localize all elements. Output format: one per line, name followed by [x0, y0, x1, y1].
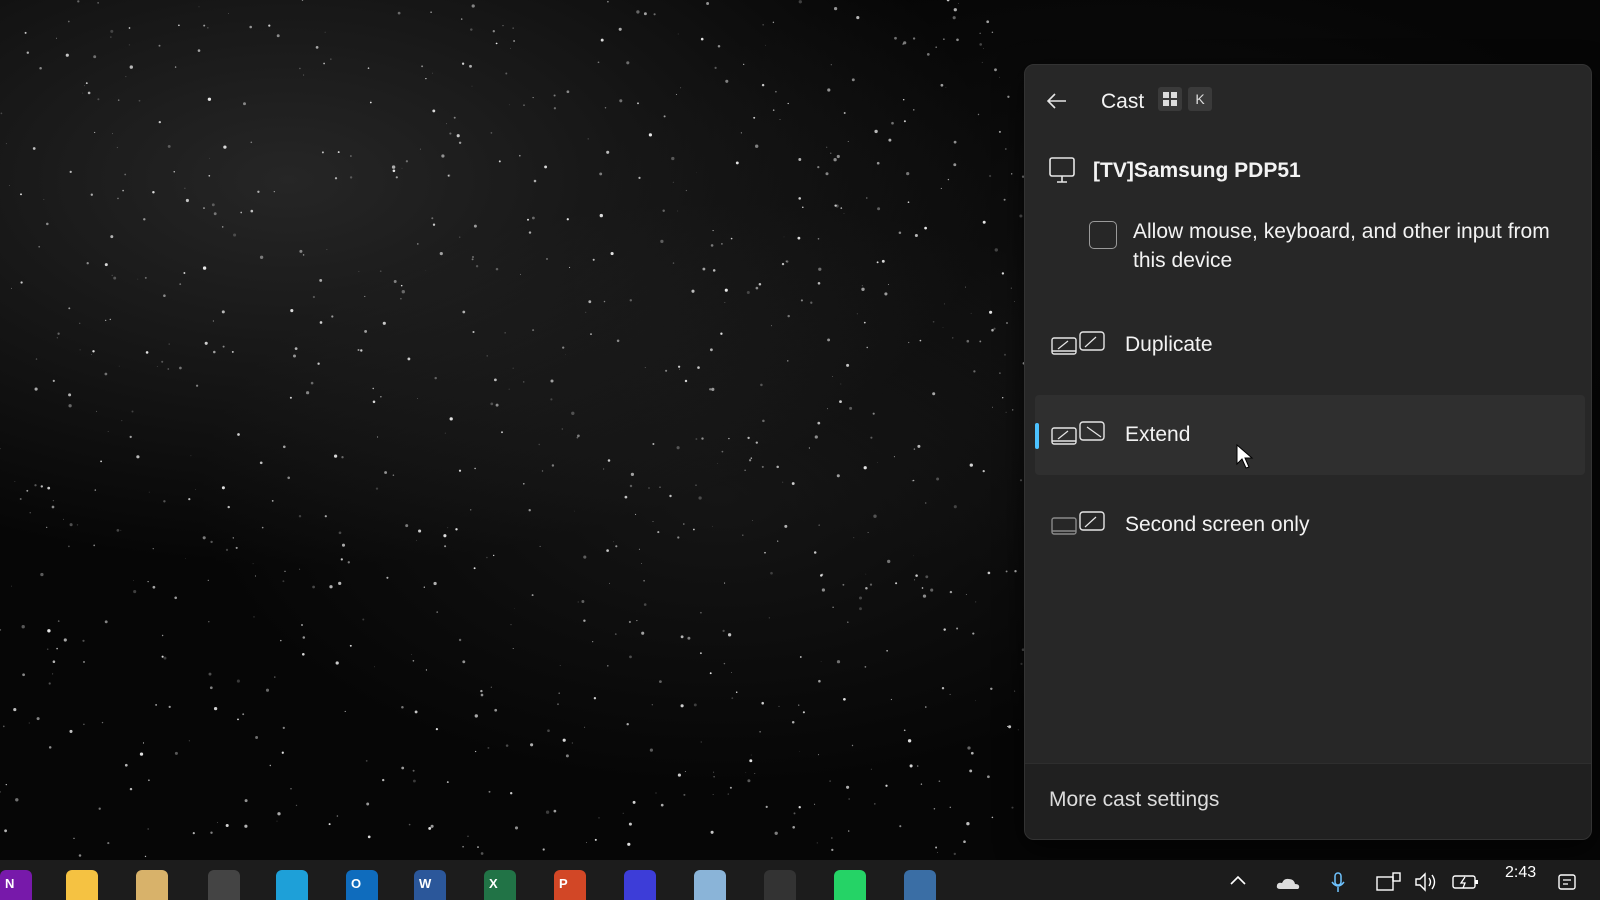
mode-duplicate[interactable]: Duplicate: [1035, 305, 1585, 385]
taskbar-app-letter: O: [351, 876, 362, 891]
wallpaper-stars: [0, 0, 1028, 858]
selected-indicator: [1035, 423, 1039, 449]
mode-label: Duplicate: [1125, 333, 1213, 356]
file-explorer-icon[interactable]: [66, 870, 98, 900]
allow-input-checkbox[interactable]: [1089, 221, 1117, 249]
excel-icon[interactable]: X: [484, 870, 516, 900]
taskbar-app-letter: W: [419, 876, 432, 891]
notifications-icon[interactable]: [1556, 870, 1578, 892]
allow-input-label: Allow mouse, keyboard, and other input f…: [1133, 220, 1550, 272]
device-row[interactable]: [TV]Samsung PDP51: [1049, 153, 1569, 189]
photos-icon[interactable]: [136, 870, 168, 900]
network-icon[interactable]: [1376, 872, 1402, 892]
mouse-cursor-icon: [1236, 444, 1254, 469]
taskbar-clock[interactable]: 2:43: [1505, 864, 1536, 882]
shortcut-key-k: K: [1188, 87, 1212, 111]
back-arrow-icon: [1047, 93, 1066, 109]
taskbar-app-letter: P: [559, 876, 568, 891]
app-icon[interactable]: [764, 870, 796, 900]
device-name: [TV]Samsung PDP51: [1093, 159, 1301, 182]
taskbar-app-letter: N: [5, 876, 15, 891]
cast-panel: Cast K [TV]Samsung PDP51 Allow mouse, ke…: [1024, 64, 1592, 840]
taskbar: N O W X P 2:43: [0, 860, 1600, 900]
onedrive-icon[interactable]: [1276, 876, 1300, 890]
word-icon[interactable]: W: [414, 870, 446, 900]
edge-icon[interactable]: [276, 870, 308, 900]
snipping-tool-icon[interactable]: [694, 870, 726, 900]
microphone-icon[interactable]: [1330, 872, 1346, 894]
paint-icon[interactable]: [624, 870, 656, 900]
panel-title: Cast: [1101, 90, 1145, 113]
chevron-up-icon[interactable]: [1228, 872, 1248, 886]
mode-second-screen-only[interactable]: Second screen only: [1035, 485, 1585, 565]
phone-link-icon[interactable]: [904, 870, 936, 900]
powerpoint-icon[interactable]: P: [554, 870, 586, 900]
taskbar-app-letter: X: [489, 876, 498, 891]
whatsapp-icon[interactable]: [834, 870, 866, 900]
second-screen-only-icon: [1051, 511, 1105, 535]
back-button[interactable]: [1041, 85, 1073, 117]
battery-icon[interactable]: [1452, 872, 1480, 892]
panel-footer: More cast settings: [1025, 763, 1591, 839]
mode-label: Second screen only: [1125, 513, 1310, 536]
more-cast-settings-link[interactable]: More cast settings: [1049, 788, 1219, 812]
duplicate-display-icon: [1051, 331, 1105, 355]
extend-display-icon: [1051, 421, 1105, 445]
onenote-icon[interactable]: N: [0, 870, 32, 900]
windows-key-icon: [1158, 87, 1182, 111]
volume-icon[interactable]: [1414, 872, 1440, 892]
mode-label: Extend: [1125, 423, 1191, 446]
chrome-icon[interactable]: [208, 870, 240, 900]
monitor-icon: [1049, 157, 1075, 183]
outlook-icon[interactable]: O: [346, 870, 378, 900]
mode-extend[interactable]: Extend: [1035, 395, 1585, 475]
cast-header: Cast K: [1025, 79, 1591, 123]
